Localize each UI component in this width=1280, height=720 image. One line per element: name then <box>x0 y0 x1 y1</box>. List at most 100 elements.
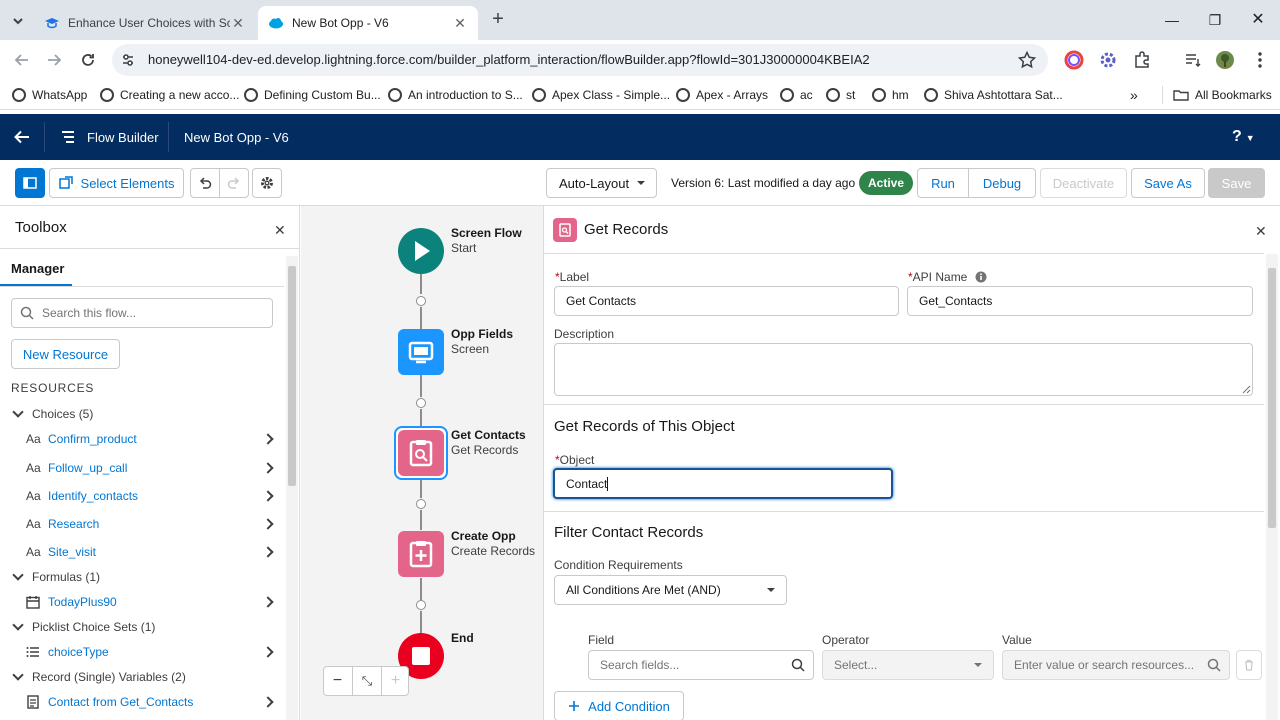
start-node[interactable] <box>398 228 444 274</box>
divider <box>44 122 45 152</box>
create-records-node[interactable] <box>398 531 444 577</box>
profile-avatar[interactable] <box>1215 50 1235 70</box>
chevron-right-icon <box>262 433 274 445</box>
run-button[interactable]: Run <box>917 168 969 198</box>
group-formulas[interactable]: Formulas (1) <box>0 564 284 590</box>
close-tab-icon[interactable]: ✕ <box>230 15 246 32</box>
condition-requirements-select[interactable]: All Conditions Are Met (AND) <box>554 575 787 605</box>
chevron-down-icon <box>12 669 24 681</box>
site-info-icon[interactable] <box>120 52 136 68</box>
color-extension-icon[interactable] <box>1064 50 1084 70</box>
add-element-point[interactable] <box>416 296 426 306</box>
save-button[interactable]: Save <box>1208 168 1265 198</box>
resource-item[interactable]: Aa Identify_contacts <box>0 483 284 509</box>
label-field-label: *Label <box>555 270 590 284</box>
fit-view-button[interactable]: ⤡ <box>353 666 381 696</box>
add-element-point[interactable] <box>416 398 426 408</box>
all-bookmarks-button[interactable]: All Bookmarks <box>1173 85 1272 105</box>
bookmark-introduction[interactable]: An introduction to S... <box>388 85 523 105</box>
back-button[interactable] <box>12 50 32 70</box>
divider <box>544 511 1264 512</box>
new-resource-button[interactable]: New Resource <box>11 339 120 369</box>
object-input[interactable]: Contact <box>553 468 893 499</box>
operator-select[interactable]: Select... <box>822 650 994 680</box>
close-panel-icon[interactable]: ✕ <box>1255 223 1267 240</box>
value-input[interactable]: Enter value or search resources... <box>1002 650 1230 680</box>
browser-tab-2[interactable]: New Bot Opp - V6 ✕ <box>258 6 478 40</box>
text-icon: Aa <box>26 461 41 475</box>
tab-manager[interactable]: Manager <box>11 261 64 276</box>
undo-button[interactable] <box>190 168 220 198</box>
divider <box>0 248 300 249</box>
toolbox-scrollbar-thumb[interactable] <box>288 266 296 486</box>
description-textarea[interactable] <box>554 343 1253 396</box>
url-text[interactable]: honeywell104-dev-ed.develop.lightning.fo… <box>148 52 870 67</box>
minimize-button[interactable]: — <box>1160 9 1184 31</box>
resource-item[interactable]: choiceType <box>0 639 284 665</box>
bookmarks-overflow-button[interactable]: » <box>1130 85 1138 105</box>
redo-button[interactable] <box>219 168 249 198</box>
delete-condition-button[interactable] <box>1236 650 1262 680</box>
forward-button[interactable] <box>44 50 64 70</box>
bookmark-hm[interactable]: hm <box>872 85 909 105</box>
save-as-button[interactable]: Save As <box>1131 168 1205 198</box>
close-toolbox-icon[interactable]: ✕ <box>274 222 286 239</box>
bookmark-star-icon[interactable] <box>1017 50 1037 70</box>
api-name-input[interactable]: Get_Contacts <box>907 286 1253 316</box>
field-search-input[interactable]: Search fields... <box>588 650 814 680</box>
divider <box>1162 86 1163 104</box>
info-icon[interactable] <box>975 271 987 283</box>
new-tab-button[interactable]: + <box>488 9 508 29</box>
bookmark-custom-bu[interactable]: Defining Custom Bu... <box>244 85 381 105</box>
bookmark-st[interactable]: st <box>826 85 855 105</box>
group-picklist-choice-sets[interactable]: Picklist Choice Sets (1) <box>0 614 284 640</box>
add-element-point[interactable] <box>416 499 426 509</box>
properties-scrollbar-thumb[interactable] <box>1268 268 1276 528</box>
resource-item[interactable]: Contact from Get_Contacts <box>0 689 284 715</box>
layout-dropdown[interactable]: Auto-Layout <box>546 168 657 198</box>
flow-properties-button[interactable] <box>252 168 282 198</box>
add-element-point[interactable] <box>416 600 426 610</box>
help-button[interactable]: ? ▼ <box>1232 128 1255 146</box>
back-to-setup-button[interactable] <box>12 127 32 147</box>
gear-extension-icon[interactable] <box>1098 50 1118 70</box>
add-condition-button[interactable]: Add Condition <box>554 691 684 720</box>
resource-item[interactable]: Aa Site_visit <box>0 539 284 565</box>
close-window-button[interactable]: ✕ <box>1246 9 1270 31</box>
more-menu-icon[interactable] <box>1250 50 1270 70</box>
panel-title: Get Records <box>584 221 669 238</box>
extensions-puzzle-icon[interactable] <box>1132 50 1152 70</box>
toolbox-title: Toolbox <box>15 219 67 236</box>
debug-button[interactable]: Debug <box>968 168 1036 198</box>
deactivate-button[interactable]: Deactivate <box>1040 168 1127 198</box>
resource-item[interactable]: Aa Follow_up_call <box>0 455 284 481</box>
browser-tab-1[interactable]: Enhance User Choices with Scre ✕ <box>34 6 256 40</box>
search-flow-input[interactable]: Search this flow... <box>11 298 273 328</box>
resource-item[interactable]: TodayPlus90 <box>0 589 284 615</box>
restore-button[interactable]: ❐ <box>1203 9 1227 31</box>
bookmark-whatsapp[interactable]: WhatsApp <box>12 85 87 105</box>
resize-handle-icon[interactable] <box>1242 385 1251 394</box>
tab-search-button[interactable] <box>8 11 28 31</box>
select-elements-button[interactable]: Select Elements <box>49 168 184 198</box>
bookmark-ac[interactable]: ac <box>780 85 813 105</box>
arrow-left-icon <box>14 130 29 144</box>
toggle-toolbox-button[interactable] <box>15 168 45 198</box>
resource-item[interactable]: Aa Confirm_product <box>0 426 284 452</box>
bookmark-apex-class[interactable]: Apex Class - Simple... <box>532 85 670 105</box>
bookmark-shiva[interactable]: Shiva Ashtottara Sat... <box>924 85 1063 105</box>
chevron-down-icon <box>12 406 24 418</box>
screen-node[interactable] <box>398 329 444 375</box>
zoom-out-button[interactable]: − <box>323 666 352 696</box>
bookmark-creating-account[interactable]: Creating a new acco... <box>100 85 239 105</box>
label-input[interactable]: Get Contacts <box>554 286 899 316</box>
bookmark-apex-arrays[interactable]: Apex - Arrays <box>676 85 768 105</box>
reload-button[interactable] <box>78 50 98 70</box>
zoom-in-button[interactable]: + <box>382 666 409 696</box>
resource-item[interactable]: Aa Research <box>0 511 284 537</box>
close-tab-icon[interactable]: ✕ <box>452 15 468 32</box>
group-record-variables[interactable]: Record (Single) Variables (2) <box>0 664 284 690</box>
get-records-node[interactable] <box>398 430 444 476</box>
reading-list-icon[interactable] <box>1183 50 1203 70</box>
group-choices[interactable]: Choices (5) <box>0 401 284 427</box>
